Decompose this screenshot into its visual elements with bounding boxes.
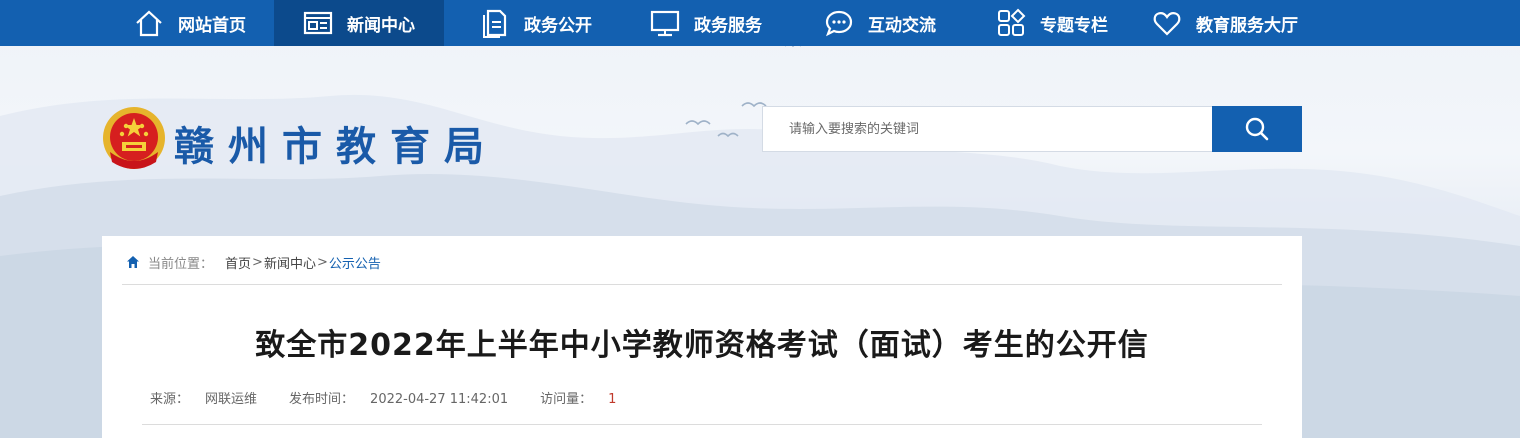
divider (122, 284, 1282, 285)
breadcrumb-label: 当前位置： (148, 256, 214, 272)
breadcrumb-separator: > (252, 254, 263, 270)
breadcrumb-item-home[interactable]: 首页 (225, 253, 251, 272)
nav-item-label: 网站首页 (178, 15, 246, 36)
site-title[interactable]: 赣州市教育局 (174, 114, 498, 170)
home-icon (134, 8, 164, 38)
home-icon (127, 256, 139, 268)
nav-item-special-topics[interactable]: 专题专栏 (972, 0, 1132, 46)
nav-item-label: 互动交流 (868, 15, 936, 36)
breadcrumb-item-news[interactable]: 新闻中心 (264, 253, 316, 272)
view-count: 访问量： 1 (540, 388, 632, 407)
article-meta: 来源： 网联运维 发布时间： 2022-04-27 11:42:01 访问量： 1 (150, 388, 648, 407)
content-panel: 当前位置： 首页 > 新闻中心 > 公示公告 致全市2022年上半年中小学教师资… (102, 236, 1302, 438)
nav-item-label: 政务公开 (524, 15, 592, 36)
nav-item-interaction[interactable]: 互动交流 (800, 0, 960, 46)
breadcrumb-item-announcements[interactable]: 公示公告 (329, 253, 381, 272)
views-value: 1 (608, 392, 617, 407)
source-label: 来源： (150, 392, 190, 407)
nav-item-government-services[interactable]: 政务服务 (626, 0, 786, 46)
nav-item-home[interactable]: 网站首页 (110, 0, 270, 46)
nav-item-label: 专题专栏 (1040, 15, 1108, 36)
publish-time: 发布时间： 2022-04-27 11:42:01 (289, 388, 524, 407)
nav-item-education-services[interactable]: 教育服务大厅 (1136, 0, 1314, 46)
source-value: 网联运维 (205, 392, 258, 407)
breadcrumb: 当前位置： 首页 > 新闻中心 > 公示公告 (126, 252, 381, 272)
search-icon (1245, 117, 1269, 141)
article-title: 致全市2022年上半年中小学教师资格考试（面试）考生的公开信 (255, 328, 1149, 363)
heart-icon (1152, 8, 1182, 38)
monitor-icon (650, 8, 680, 38)
nav-item-label: 教育服务大厅 (1196, 15, 1298, 36)
national-emblem-icon (103, 107, 165, 169)
nav-item-label: 政务服务 (694, 15, 762, 36)
source-info: 来源： 网联运维 (150, 388, 273, 407)
views-label: 访问量： (540, 392, 593, 407)
grid-icon (996, 8, 1026, 38)
document-icon (480, 8, 510, 38)
chat-icon (824, 8, 854, 38)
news-icon (303, 8, 333, 38)
nav-item-news[interactable]: 新闻中心 (274, 0, 444, 46)
divider (142, 424, 1262, 425)
breadcrumb-separator: > (316, 254, 328, 270)
top-navigation: 网站首页 新闻中心 政务公开 政务服务 互动交流 专题专栏 教育服务大厅 (0, 0, 1520, 46)
nav-item-label: 新闻中心 (347, 15, 415, 36)
search-button[interactable] (1212, 106, 1302, 152)
time-value: 2022-04-27 11:42:01 (370, 392, 509, 407)
nav-item-government-affairs[interactable]: 政务公开 (456, 0, 616, 46)
time-label: 发布时间： (289, 392, 355, 407)
search-input[interactable] (762, 106, 1212, 152)
